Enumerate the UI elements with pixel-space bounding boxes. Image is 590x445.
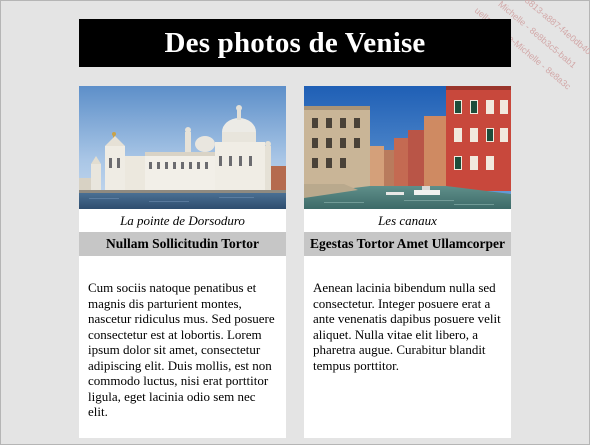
page-title: Des photos de Venise xyxy=(79,19,511,67)
card-heading: Nullam Sollicitudin Tortor xyxy=(79,232,286,256)
photo-card-canaux: Les canaux Egestas Tortor Amet Ullamcorp… xyxy=(304,86,511,438)
card-heading: Egestas Tortor Amet Ullamcorper xyxy=(304,232,511,256)
venice-dorsoduro-photo xyxy=(79,86,286,209)
watermark-line-1: 8813-a887-f4e0db40 xyxy=(523,0,590,57)
photo-caption: La pointe de Dorsoduro xyxy=(120,213,245,228)
card-body-text: Aenean lacinia bibendum nulla sed consec… xyxy=(313,280,501,373)
venice-canals-photo xyxy=(304,86,511,209)
photo-card-dorsoduro: La pointe de Dorsoduro Nullam Sollicitud… xyxy=(79,86,286,438)
card-body-text: Cum sociis natoque penatibus et magnis d… xyxy=(88,280,275,419)
photo-caption: Les canaux xyxy=(378,213,437,228)
